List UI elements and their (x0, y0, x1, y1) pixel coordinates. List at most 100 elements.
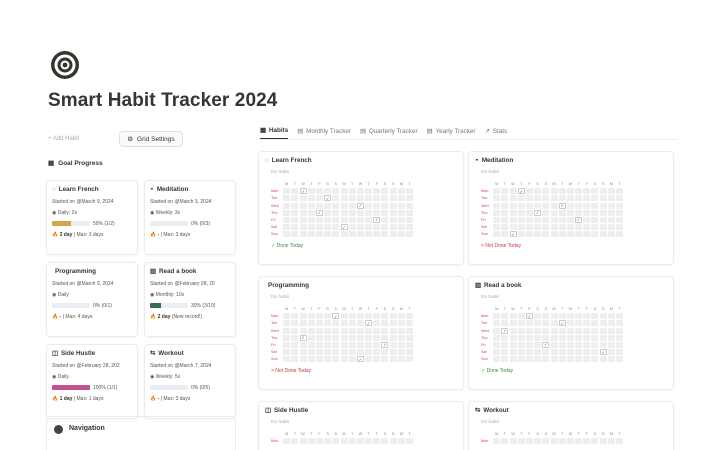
day-cell[interactable] (332, 334, 340, 341)
day-cell[interactable] (381, 231, 389, 238)
day-cell[interactable] (517, 313, 525, 320)
day-cell[interactable] (291, 334, 299, 341)
day-cell[interactable] (307, 349, 315, 356)
day-cell[interactable] (381, 356, 389, 363)
goal-card[interactable]: ▥ Read a book Started on @February 28, 20… (144, 262, 236, 337)
day-cell[interactable] (558, 349, 566, 356)
add-habit-button[interactable]: + Add Habit (48, 136, 79, 142)
day-cell[interactable] (299, 341, 307, 348)
day-cell[interactable] (550, 231, 558, 238)
day-cell[interactable] (550, 209, 558, 216)
day-cell[interactable] (389, 195, 397, 202)
day-cell[interactable] (566, 438, 574, 445)
day-cell[interactable] (607, 349, 615, 356)
day-cell[interactable] (542, 231, 550, 238)
day-cell[interactable]: ✓ (501, 327, 509, 334)
day-cell[interactable] (365, 356, 373, 363)
day-cell[interactable] (397, 313, 405, 320)
day-cell[interactable] (356, 188, 364, 195)
day-cell[interactable] (299, 320, 307, 327)
day-cell[interactable] (299, 349, 307, 356)
day-cell[interactable] (542, 313, 550, 320)
day-cell[interactable] (283, 202, 291, 209)
day-cell[interactable] (550, 327, 558, 334)
day-cell[interactable] (315, 216, 323, 223)
day-cell[interactable] (365, 209, 373, 216)
day-cell[interactable] (616, 216, 623, 223)
day-cell[interactable] (356, 349, 364, 356)
day-cell[interactable] (340, 334, 348, 341)
day-cell[interactable] (493, 216, 501, 223)
day-cell[interactable] (315, 188, 323, 195)
day-cell[interactable] (356, 313, 364, 320)
day-cell[interactable] (389, 231, 397, 238)
day-cell[interactable] (389, 216, 397, 223)
day-cell[interactable] (591, 320, 599, 327)
day-cell[interactable] (381, 195, 389, 202)
day-cell[interactable] (291, 209, 299, 216)
day-cell[interactable] (575, 320, 583, 327)
day-cell[interactable] (509, 349, 517, 356)
day-cell[interactable]: ✓ (356, 202, 364, 209)
day-cell[interactable] (534, 349, 542, 356)
day-cell[interactable] (599, 231, 607, 238)
day-cell[interactable] (291, 320, 299, 327)
day-cell[interactable] (583, 356, 591, 363)
day-cell[interactable] (558, 224, 566, 231)
day-cell[interactable] (607, 334, 615, 341)
day-cell[interactable]: ✓ (356, 356, 364, 363)
day-cell[interactable] (591, 356, 599, 363)
day-cell[interactable] (373, 438, 381, 445)
day-cell[interactable] (591, 202, 599, 209)
day-cell[interactable] (373, 320, 381, 327)
day-cell[interactable] (365, 224, 373, 231)
day-cell[interactable] (307, 224, 315, 231)
day-cell[interactable] (566, 202, 574, 209)
day-cell[interactable] (373, 202, 381, 209)
day-cell[interactable] (493, 341, 501, 348)
tab-stats[interactable]: ↗ Stats (485, 127, 508, 139)
day-cell[interactable] (373, 195, 381, 202)
day-cell[interactable] (616, 320, 623, 327)
day-cell[interactable] (373, 356, 381, 363)
day-cell[interactable] (525, 224, 533, 231)
day-cell[interactable] (307, 334, 315, 341)
day-cell[interactable] (340, 231, 348, 238)
day-cell[interactable] (616, 341, 623, 348)
day-cell[interactable] (373, 188, 381, 195)
day-cell[interactable] (356, 327, 364, 334)
day-cell[interactable] (583, 341, 591, 348)
day-cell[interactable] (283, 320, 291, 327)
day-cell[interactable] (534, 231, 542, 238)
day-cell[interactable] (324, 327, 332, 334)
day-cell[interactable] (616, 313, 623, 320)
day-cell[interactable] (397, 195, 405, 202)
day-cell[interactable] (550, 313, 558, 320)
goal-card[interactable]: ◫ Side Hustle Started on @February 28, 20… (46, 344, 138, 419)
day-cell[interactable] (607, 188, 615, 195)
day-cell[interactable] (591, 195, 599, 202)
day-cell[interactable] (534, 341, 542, 348)
day-cell[interactable] (599, 327, 607, 334)
day-cell[interactable] (307, 327, 315, 334)
day-cell[interactable] (291, 231, 299, 238)
day-cell[interactable] (550, 438, 558, 445)
day-cell[interactable] (517, 209, 525, 216)
day-cell[interactable] (365, 334, 373, 341)
day-cell[interactable] (607, 320, 615, 327)
day-cell[interactable] (493, 209, 501, 216)
day-cell[interactable] (525, 216, 533, 223)
day-cell[interactable] (348, 188, 356, 195)
day-cell[interactable] (283, 224, 291, 231)
day-cell[interactable] (332, 209, 340, 216)
day-cell[interactable] (558, 195, 566, 202)
do-habit-label[interactable]: Do habit (271, 170, 457, 175)
day-cell[interactable] (591, 349, 599, 356)
day-cell[interactable] (501, 334, 509, 341)
day-cell[interactable] (291, 202, 299, 209)
day-cell[interactable] (373, 349, 381, 356)
day-cell[interactable]: ✓ (542, 341, 550, 348)
day-cell[interactable]: ✓ (381, 341, 389, 348)
day-cell[interactable] (365, 231, 373, 238)
day-cell[interactable]: ✓ (517, 188, 525, 195)
